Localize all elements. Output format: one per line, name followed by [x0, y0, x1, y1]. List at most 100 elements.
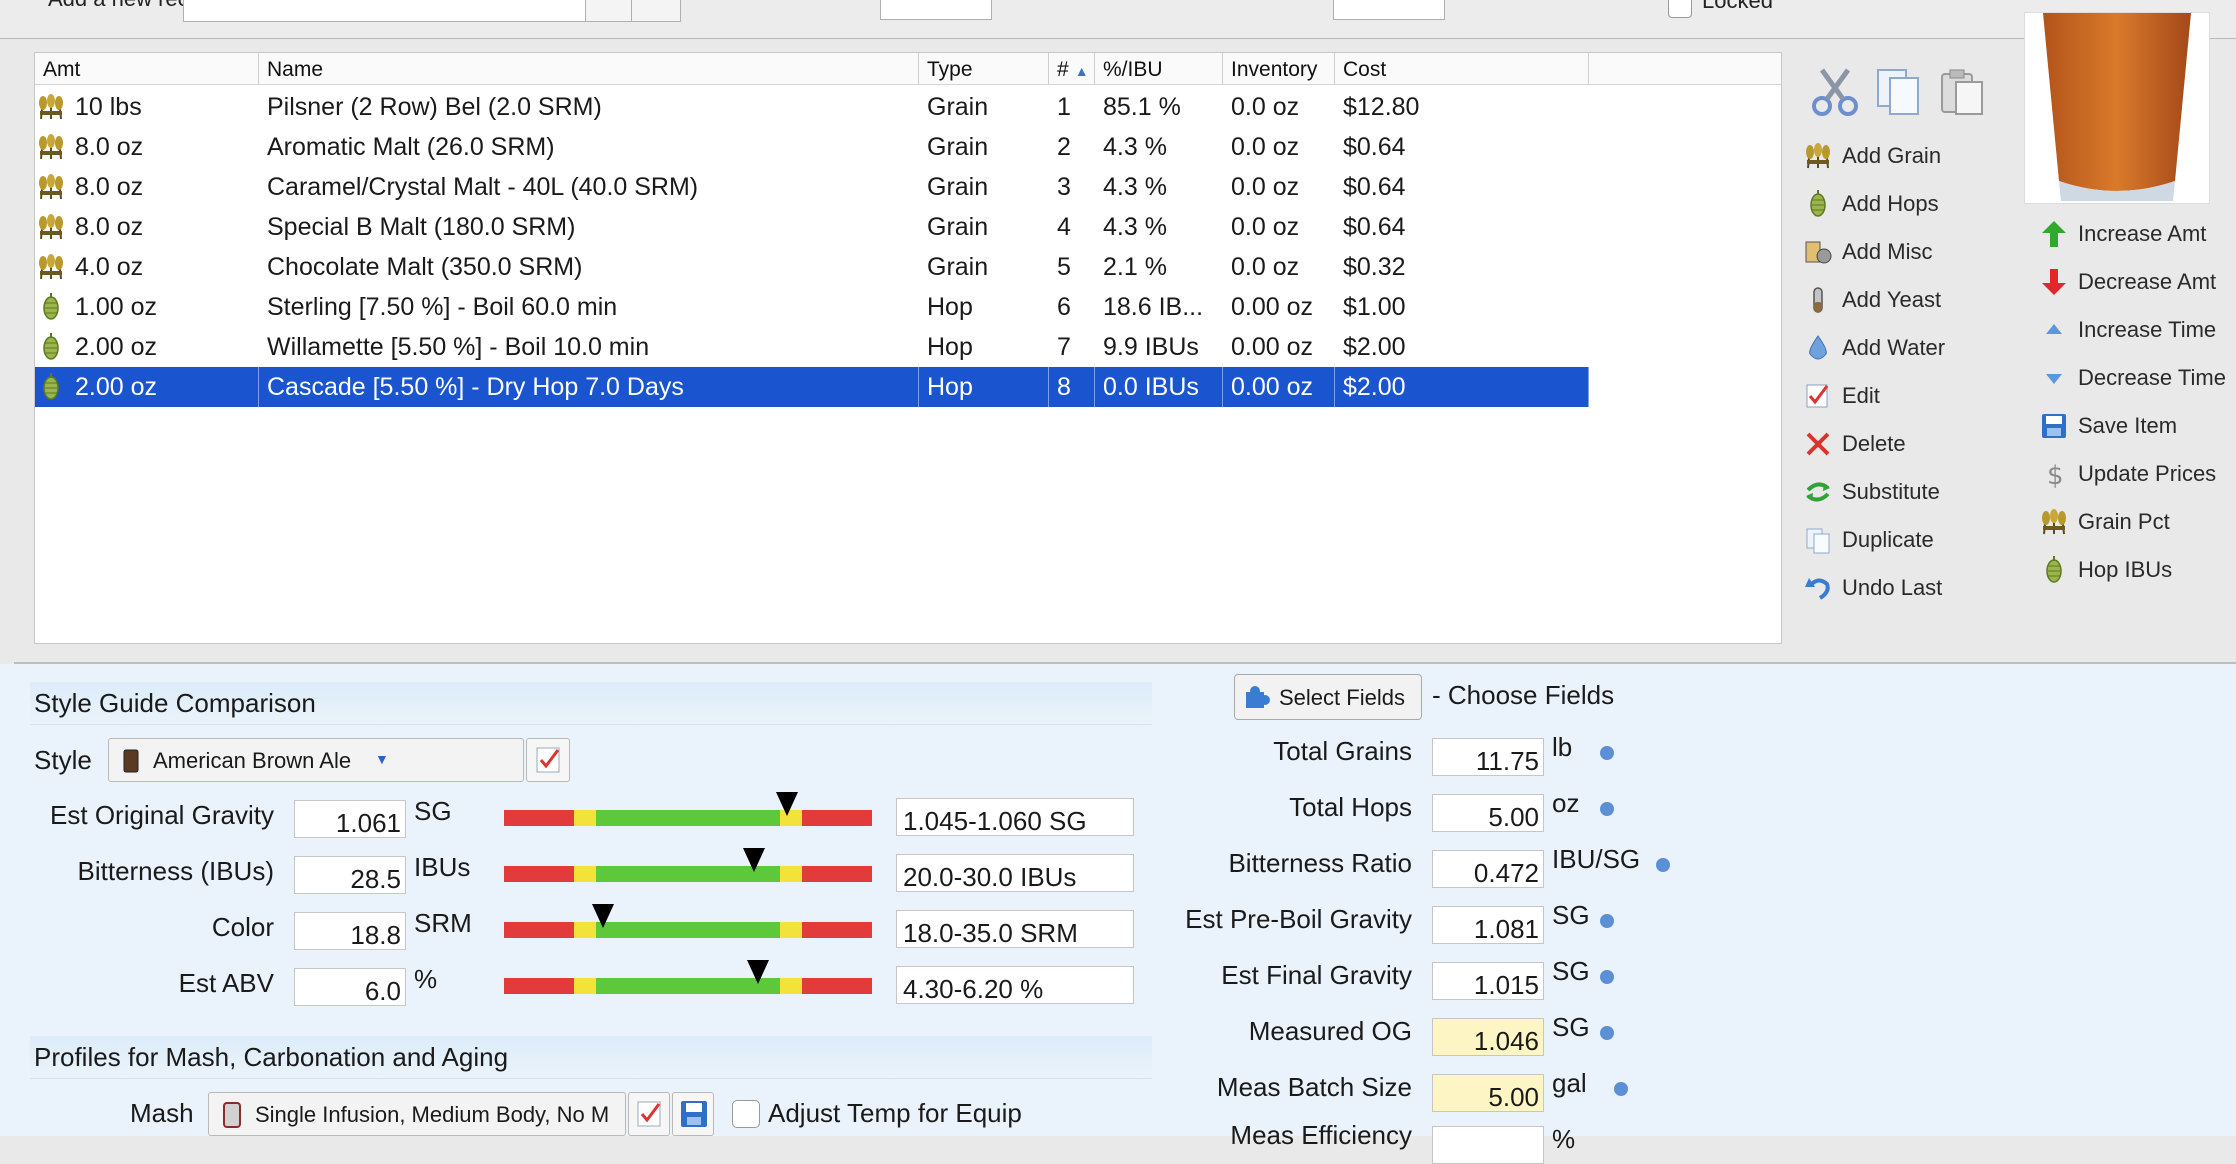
field-unit-total-grains: lb — [1552, 732, 1573, 762]
cell-type: Hop — [927, 293, 973, 321]
small-up-triangle-icon — [2046, 324, 2062, 334]
action-label: Edit — [1842, 383, 1880, 408]
field-info-dot-icon[interactable] — [1656, 858, 1670, 872]
field-info-dot-icon[interactable] — [1600, 970, 1614, 984]
action-label: Add Water — [1842, 335, 1946, 360]
misc-icon — [1805, 241, 1832, 264]
action-label: Decrease Amt — [2078, 269, 2217, 294]
cell-amt: 4.0 oz — [75, 253, 144, 281]
field-unit-est-pre-boil-gravity: SG — [1552, 900, 1590, 930]
field-label-bitterness-ratio: Bitterness Ratio — [1228, 848, 1412, 878]
table-row[interactable]: 2.00 oz Willamette [5.50 %] - Boil 10.0 m… — [35, 327, 1589, 367]
save-mash-button[interactable] — [672, 1092, 714, 1136]
puzzle-icon — [1246, 686, 1270, 708]
save-icon — [2042, 414, 2066, 438]
field-info-dot-icon[interactable] — [1614, 1082, 1628, 1096]
style-range-text: 20.0-30.0 IBUs — [896, 854, 1134, 892]
copy-icon[interactable] — [1874, 66, 1924, 118]
col-header-amt[interactable]: Amt — [35, 53, 259, 85]
field-unit-bitterness-ratio: IBU/SG — [1552, 844, 1641, 874]
action-label: Save Item — [2078, 413, 2178, 438]
cell-cost: $0.64 — [1343, 133, 1406, 161]
range-bar-segment — [802, 810, 872, 826]
grain-icon — [39, 254, 63, 280]
mash-tun-icon — [223, 1102, 241, 1128]
style-select[interactable]: American Brown Ale ▼ — [108, 738, 524, 782]
top-field-2[interactable] — [1333, 0, 1445, 20]
adjust-temp-checkbox[interactable] — [732, 1100, 760, 1128]
action-label: Add Misc — [1842, 239, 1933, 264]
new-recipe-button-a[interactable] — [585, 0, 633, 22]
table-row[interactable]: 8.0 oz Caramel/Crystal Malt - 40L (40.0 S… — [35, 167, 1589, 207]
new-recipe-button-b[interactable] — [631, 0, 681, 22]
action-label: Hop IBUs — [2078, 557, 2173, 582]
col-header-number[interactable]: # ▲ — [1049, 53, 1095, 85]
cell-inv: 0.00 oz — [1231, 293, 1314, 321]
cell-cost: $1.00 — [1343, 293, 1406, 321]
new-recipe-combo[interactable] — [183, 0, 587, 22]
field-label-measured-og: Measured OG — [1248, 1016, 1412, 1046]
table-row[interactable]: 10 lbs Pilsner (2 Row) Bel (2.0 SRM) Grain… — [35, 87, 1589, 127]
grain-icon — [39, 134, 63, 160]
up-arrow-icon — [2042, 221, 2066, 247]
cell-name: Sterling [7.50 %] - Boil 60.0 min — [267, 293, 618, 321]
select-fields-button[interactable]: Select Fields — [1234, 674, 1422, 720]
hop-icon — [43, 373, 59, 400]
range-bar-segment — [802, 922, 872, 938]
table-row[interactable]: 8.0 oz Aromatic Malt (26.0 SRM) Grain 2 4.3 … — [35, 127, 1589, 167]
cell-pct: 85.1 % — [1103, 93, 1181, 121]
col-header-name[interactable]: Name — [259, 53, 919, 85]
col-header-type[interactable]: Type — [919, 53, 1049, 85]
field-info-dot-icon[interactable] — [1600, 914, 1614, 928]
action-label: Increase Amt — [2078, 221, 2207, 246]
action-label: Add Grain — [1842, 143, 1942, 168]
field-label-meas-batch-size: Meas Batch Size — [1216, 1072, 1412, 1102]
mash-profile-select[interactable]: Single Infusion, Medium Body, No M — [208, 1092, 626, 1136]
field-info-dot-icon[interactable] — [1600, 746, 1614, 760]
col-header-cost[interactable]: Cost — [1335, 53, 1589, 85]
top-field-1[interactable] — [880, 0, 992, 20]
cell-cost: $0.64 — [1343, 213, 1406, 241]
action-label: Delete — [1842, 431, 1906, 456]
range-bar-segment — [596, 810, 780, 826]
locked-checkbox[interactable] — [1668, 0, 1692, 18]
edit-mash-button[interactable] — [628, 1092, 670, 1136]
sort-ascending-icon: ▲ — [1074, 63, 1089, 79]
cell-num: 5 — [1057, 253, 1071, 281]
cell-inv: 0.00 oz — [1223, 367, 1335, 407]
dollar-icon: $ — [2047, 461, 2064, 488]
field-value-measured-og[interactable]: 1.046 — [1432, 1018, 1544, 1056]
hop-icon — [43, 293, 59, 320]
cell-num: 7 — [1057, 333, 1071, 361]
mash-profile-value: Single Infusion, Medium Body, No M — [255, 1102, 610, 1127]
small-down-triangle-icon — [2046, 374, 2062, 384]
table-row[interactable]: 8.0 oz Special B Malt (180.0 SRM) Grain 4 4.… — [35, 207, 1589, 247]
field-value-est-pre-boil-gravity: 1.081 — [1432, 906, 1544, 944]
style-row-unit: IBUs — [414, 852, 471, 882]
range-marker-icon — [776, 792, 798, 816]
cell-inv: 0.0 oz — [1231, 253, 1300, 281]
table-row[interactable]: 4.0 oz Chocolate Malt (350.0 SRM) Grain 5 2.… — [35, 247, 1589, 287]
paste-icon[interactable] — [1938, 66, 1988, 118]
edit-style-button[interactable] — [526, 738, 570, 782]
range-bar-segment — [780, 922, 802, 938]
cut-icon[interactable] — [1810, 66, 1860, 118]
range-bar-segment — [574, 978, 596, 994]
beer-mug-icon — [123, 749, 139, 773]
cell-pct: 4.3 % — [1103, 133, 1167, 161]
field-info-dot-icon[interactable] — [1600, 1026, 1614, 1040]
field-value-meas-batch-size[interactable]: 5.00 — [1432, 1074, 1544, 1112]
col-header-pct-ibu[interactable]: %/IBU — [1095, 53, 1223, 85]
water-drop-icon — [1809, 335, 1827, 360]
field-info-dot-icon[interactable] — [1600, 802, 1614, 816]
table-row-selected[interactable]: 2.00 oz Cascade [5.50 %] - Dry Hop 7.0 Da… — [35, 367, 1589, 407]
cell-cost: $12.80 — [1343, 93, 1420, 121]
col-header-inventory[interactable]: Inventory — [1223, 53, 1335, 85]
table-row[interactable]: 1.00 oz Sterling [7.50 %] - Boil 60.0 min… — [35, 287, 1589, 327]
field-value-est-final-gravity: 1.015 — [1432, 962, 1544, 1000]
field-value-meas-efficiency[interactable] — [1432, 1126, 1544, 1164]
cell-pct: 2.1 % — [1103, 253, 1167, 281]
range-bar-segment — [596, 922, 780, 938]
ingredient-table[interactable]: Amt Name Type # ▲ %/IBU Inventory Cost 10… — [34, 52, 1782, 644]
cell-type: Hop — [919, 367, 1049, 407]
